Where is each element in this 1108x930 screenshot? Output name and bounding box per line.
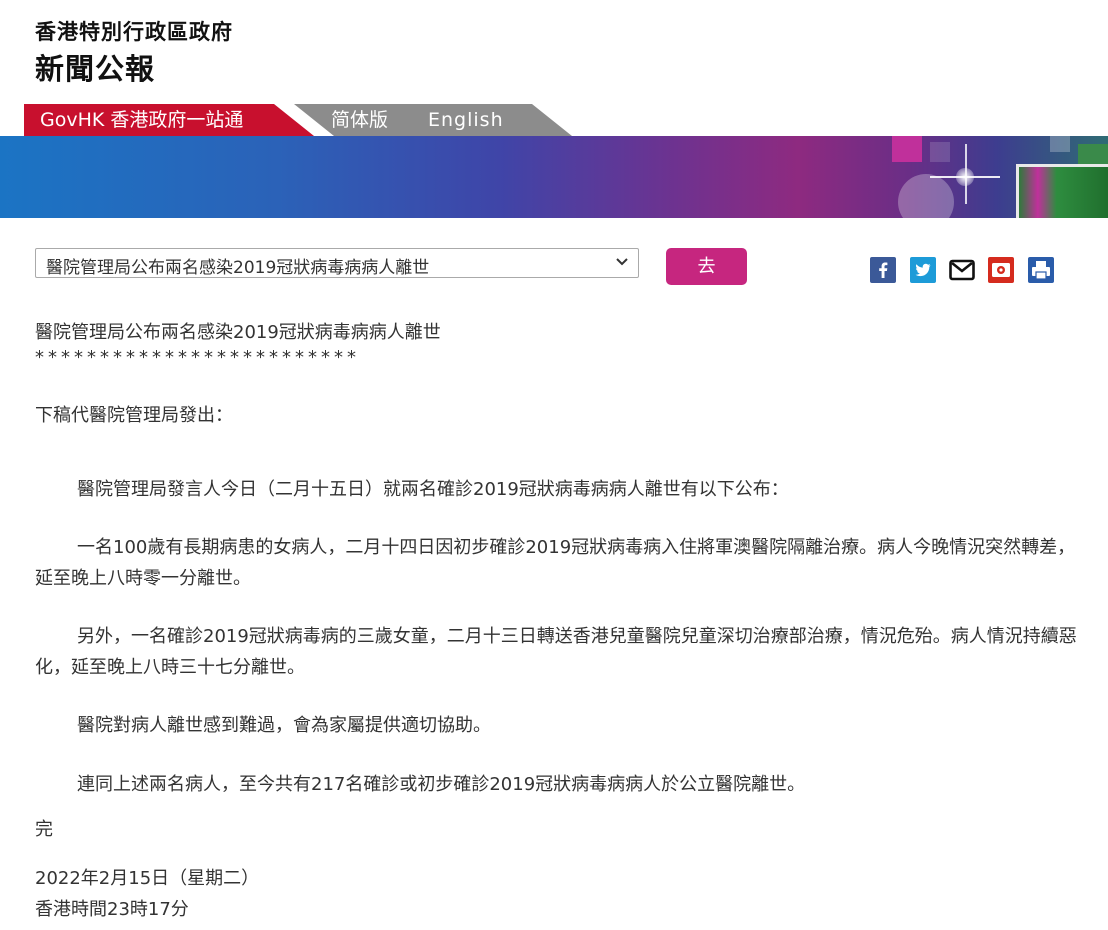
select-value: 醫院管理局公布兩名感染2019冠狀病毒病病人離世 <box>46 258 430 278</box>
article-paragraph: 醫院對病人離世感到難過，會為家屬提供適切協助。 <box>77 715 491 736</box>
article-paragraph: 連同上述兩名病人，至今共有217名確診或初步確診2019冠狀病毒病病人於公立醫院… <box>77 774 806 795</box>
simplified-chinese-link[interactable]: 简体版 <box>331 104 388 136</box>
publish-time: 香港時間23時17分 <box>35 899 189 920</box>
press-release-select[interactable]: 醫院管理局公布兩名感染2019冠狀病毒病病人離世 <box>35 248 639 278</box>
article-paragraph: 另外，一名確診2019冠狀病毒病的三歲女童，二月十三日轉送香港兒童醫院兒童深切治… <box>35 626 1077 678</box>
email-icon[interactable] <box>949 257 975 283</box>
weibo-icon[interactable] <box>988 257 1014 283</box>
facebook-icon[interactable] <box>870 257 896 283</box>
chevron-down-icon <box>614 253 630 269</box>
twitter-icon[interactable] <box>910 257 936 283</box>
english-link[interactable]: English <box>428 104 504 136</box>
header-banner <box>0 136 1108 218</box>
title-separator: ************************* <box>35 347 360 368</box>
article-end-marker: 完 <box>35 819 53 840</box>
article-title: 醫院管理局公布兩名感染2019冠狀病毒病病人離世 <box>35 322 441 343</box>
header-org: 香港特別行政區政府 <box>35 20 233 44</box>
article-paragraph: 醫院管理局發言人今日（二月十五日）就兩名確診2019冠狀病毒病病人離世有以下公布… <box>77 479 789 500</box>
govhk-link[interactable]: GovHK 香港政府一站通 <box>24 104 314 136</box>
issuer-line: 下稿代醫院管理局發出： <box>35 405 233 426</box>
top-navbar: GovHK 香港政府一站通 简体版 English <box>24 104 584 136</box>
print-icon[interactable] <box>1028 257 1054 283</box>
publish-date: 2022年2月15日（星期二） <box>35 868 260 889</box>
article-paragraph: 一名100歲有長期病患的女病人，二月十四日因初步確診2019冠狀病毒病入住將軍澳… <box>35 537 1076 589</box>
page-title: 新聞公報 <box>35 52 156 86</box>
go-button[interactable]: 去 <box>666 248 747 285</box>
